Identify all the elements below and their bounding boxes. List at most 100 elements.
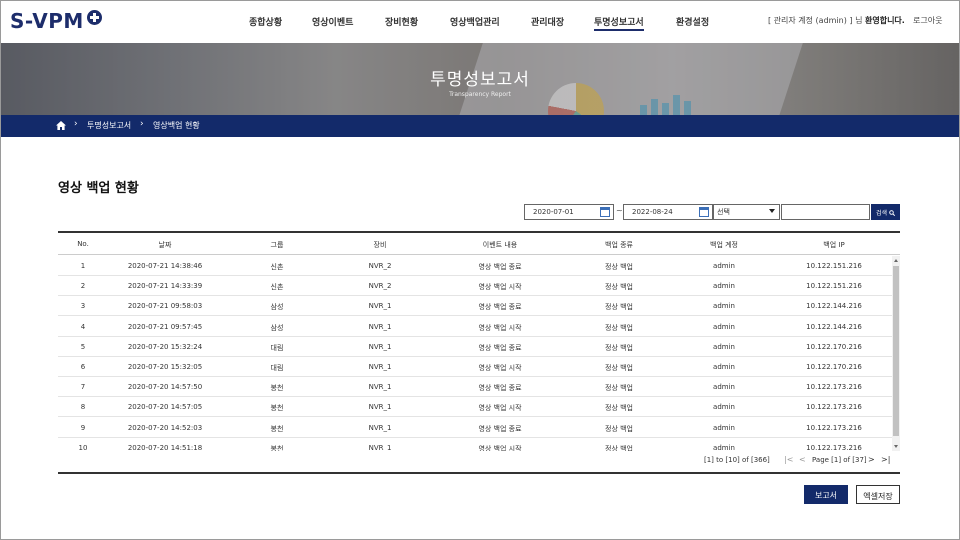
- cell-group: 삼성: [270, 323, 284, 332]
- cell-device: NVR_1: [368, 363, 392, 371]
- date-to-field[interactable]: 2022-08-24: [623, 204, 713, 220]
- search-button[interactable]: 검색: [871, 204, 900, 220]
- logo-text: S-VPM: [10, 9, 84, 33]
- date-range-separator: ~: [616, 206, 623, 215]
- cell-backup-type: 정상 백업: [605, 343, 633, 352]
- breadcrumb: › 투명성보고서 › 영상백업 현황: [0, 115, 960, 137]
- prev-page-button[interactable]: <: [799, 455, 806, 464]
- search-type-select[interactable]: 선택: [713, 204, 780, 220]
- table-row[interactable]: 10 2020-07-20 14:51:18 봉천 NVR_1 영상 백업 시작 정상 백…: [58, 438, 892, 451]
- column-header-col-event: 이벤트 내용: [482, 241, 518, 249]
- calendar-icon[interactable]: [600, 207, 610, 217]
- column-header-col-group: 그룹: [270, 241, 284, 249]
- nav-item-ledger[interactable]: 관리대장: [531, 15, 564, 28]
- user-welcome-text: 환영합니다.: [864, 16, 905, 25]
- cell-event: 영상 백업 종료: [478, 303, 522, 312]
- cell-no: 6: [80, 363, 86, 371]
- table-row[interactable]: 2 2020-07-21 14:33:39 신촌 NVR_2 영상 백업 시작 정상 백업…: [58, 276, 892, 297]
- column-header-col-backup-ip: 백업 IP: [823, 241, 845, 249]
- search-icon: [889, 210, 896, 217]
- breadcrumb-item-backup-status: 영상백업 현황: [153, 121, 200, 130]
- cell-backup-type: 정상 백업: [605, 444, 633, 451]
- cell-date: 2020-07-20 15:32:05: [127, 363, 203, 371]
- table-row[interactable]: 7 2020-07-20 14:57:50 봉천 NVR_1 영상 백업 종료 정상 백업…: [58, 377, 892, 398]
- cell-group: 삼성: [270, 303, 284, 312]
- last-page-button[interactable]: >|: [881, 455, 890, 464]
- cell-backup-account: admin: [713, 322, 735, 331]
- table-row[interactable]: 1 2020-07-21 14:38:46 신촌 NVR_2 영상 백업 종료 정상 백업…: [58, 256, 892, 276]
- cell-backup-account: admin: [713, 423, 735, 432]
- user-account-text: [ 관리자 계정 (admin) ] 님: [768, 16, 863, 25]
- cell-date: 2020-07-20 14:57:05: [127, 403, 203, 412]
- cell-device: NVR_1: [368, 302, 392, 311]
- cell-date: 2020-07-20 14:57:50: [127, 383, 203, 392]
- cell-event: 영상 백업 시작: [478, 283, 522, 292]
- banner-bar-graphic: [640, 95, 691, 115]
- excel-save-button[interactable]: 엑셀저장: [856, 485, 900, 504]
- table-row[interactable]: 6 2020-07-20 15:32:05 대림 NVR_1 영상 백업 시작 정상 백업…: [58, 357, 892, 377]
- table-row[interactable]: 4 2020-07-21 09:57:45 삼성 NVR_1 영상 백업 시작 정상 백업…: [58, 317, 892, 337]
- cell-group: 봉천: [270, 384, 284, 393]
- cell-backup-account: admin: [713, 342, 735, 351]
- nav-item-transparency-report[interactable]: 투명성보고서: [594, 15, 644, 31]
- cell-backup-ip: 10.122.173.216: [806, 423, 862, 432]
- nav-item-equipment[interactable]: 장비현황: [385, 15, 418, 28]
- cell-device: NVR_1: [368, 383, 392, 392]
- column-header-col-device: 장비: [373, 241, 387, 249]
- cell-backup-type: 정상 백업: [605, 364, 633, 372]
- table-row[interactable]: 8 2020-07-20 14:57:05 봉천 NVR_1 영상 백업 시작 정상 백업…: [58, 397, 892, 418]
- column-header-col-backup-account: 백업 계정: [710, 241, 738, 249]
- cell-backup-ip: 10.122.170.216: [806, 342, 862, 351]
- nav-item-backup-management[interactable]: 영상백업관리: [450, 15, 500, 28]
- cell-event: 영상 백업 시작: [478, 404, 522, 413]
- banner-title: 투명성보고서: [430, 70, 530, 90]
- page-banner: 투명성보고서 Transparency Report: [0, 43, 960, 115]
- table-row[interactable]: 3 2020-07-21 09:58:03 삼성 NVR_1 영상 백업 종료 정상 백업…: [58, 296, 892, 317]
- cell-backup-account: admin: [713, 302, 735, 311]
- logo[interactable]: S-VPM: [10, 9, 102, 33]
- scroll-down-icon[interactable]: [894, 445, 898, 448]
- breadcrumb-chevron-icon: ›: [74, 119, 78, 129]
- table-scrollbar[interactable]: [892, 256, 900, 451]
- cell-device: NVR_1: [368, 443, 392, 451]
- table-row[interactable]: 9 2020-07-20 14:52:03 봉천 NVR_1 영상 백업 종료 정상 백업…: [58, 418, 892, 438]
- next-page-button[interactable]: >: [868, 455, 875, 464]
- nav-item-settings[interactable]: 환경설정: [676, 15, 709, 28]
- cell-date: 2020-07-20 15:32:24: [127, 342, 203, 351]
- cell-no: 3: [80, 302, 86, 311]
- cell-backup-type: 정상 백업: [605, 323, 633, 332]
- cell-backup-type: 정상 백업: [605, 283, 633, 292]
- chevron-down-icon: [769, 209, 775, 213]
- scroll-thumb[interactable]: [893, 266, 899, 436]
- cell-device: NVR_1: [368, 322, 392, 331]
- cell-group: 봉천: [270, 424, 284, 433]
- cell-group: 봉천: [270, 444, 284, 451]
- search-input[interactable]: [781, 204, 870, 220]
- cell-no: 8: [80, 403, 86, 412]
- report-button[interactable]: 보고서: [804, 485, 848, 504]
- cell-backup-ip: 10.122.151.216: [806, 282, 862, 291]
- cell-backup-type: 정상 백업: [605, 384, 633, 393]
- cell-date: 2020-07-21 09:57:45: [127, 322, 203, 331]
- scroll-up-icon[interactable]: [894, 259, 898, 262]
- cell-backup-ip: 10.122.173.216: [806, 443, 862, 451]
- cell-event: 영상 백업 종료: [478, 343, 522, 352]
- calendar-icon[interactable]: [699, 207, 709, 217]
- cell-group: 대림: [270, 343, 284, 352]
- logout-link[interactable]: 로그아웃: [913, 15, 942, 26]
- home-icon[interactable]: [56, 121, 66, 130]
- first-page-button[interactable]: |<: [784, 455, 793, 464]
- cell-backup-account: admin: [713, 262, 735, 270]
- column-header-col-no: No.: [77, 240, 89, 248]
- cell-backup-type: 정상 백업: [605, 424, 633, 433]
- table-bottom-divider: [58, 472, 900, 474]
- cell-date: 2020-07-21 14:33:39: [127, 282, 203, 291]
- breadcrumb-item-transparency-report[interactable]: 투명성보고서: [87, 120, 131, 131]
- cell-event: 영상 백업 종료: [478, 263, 522, 271]
- table-row[interactable]: 5 2020-07-20 15:32:24 대림 NVR_1 영상 백업 종료 정상 백업…: [58, 337, 892, 357]
- date-from-field[interactable]: 2020-07-01: [524, 204, 614, 220]
- nav-item-video-event[interactable]: 영상이벤트: [312, 15, 353, 28]
- cell-event: 영상 백업 종료: [478, 424, 522, 433]
- cell-backup-account: admin: [713, 443, 735, 451]
- nav-item-overview[interactable]: 종합상황: [249, 15, 282, 28]
